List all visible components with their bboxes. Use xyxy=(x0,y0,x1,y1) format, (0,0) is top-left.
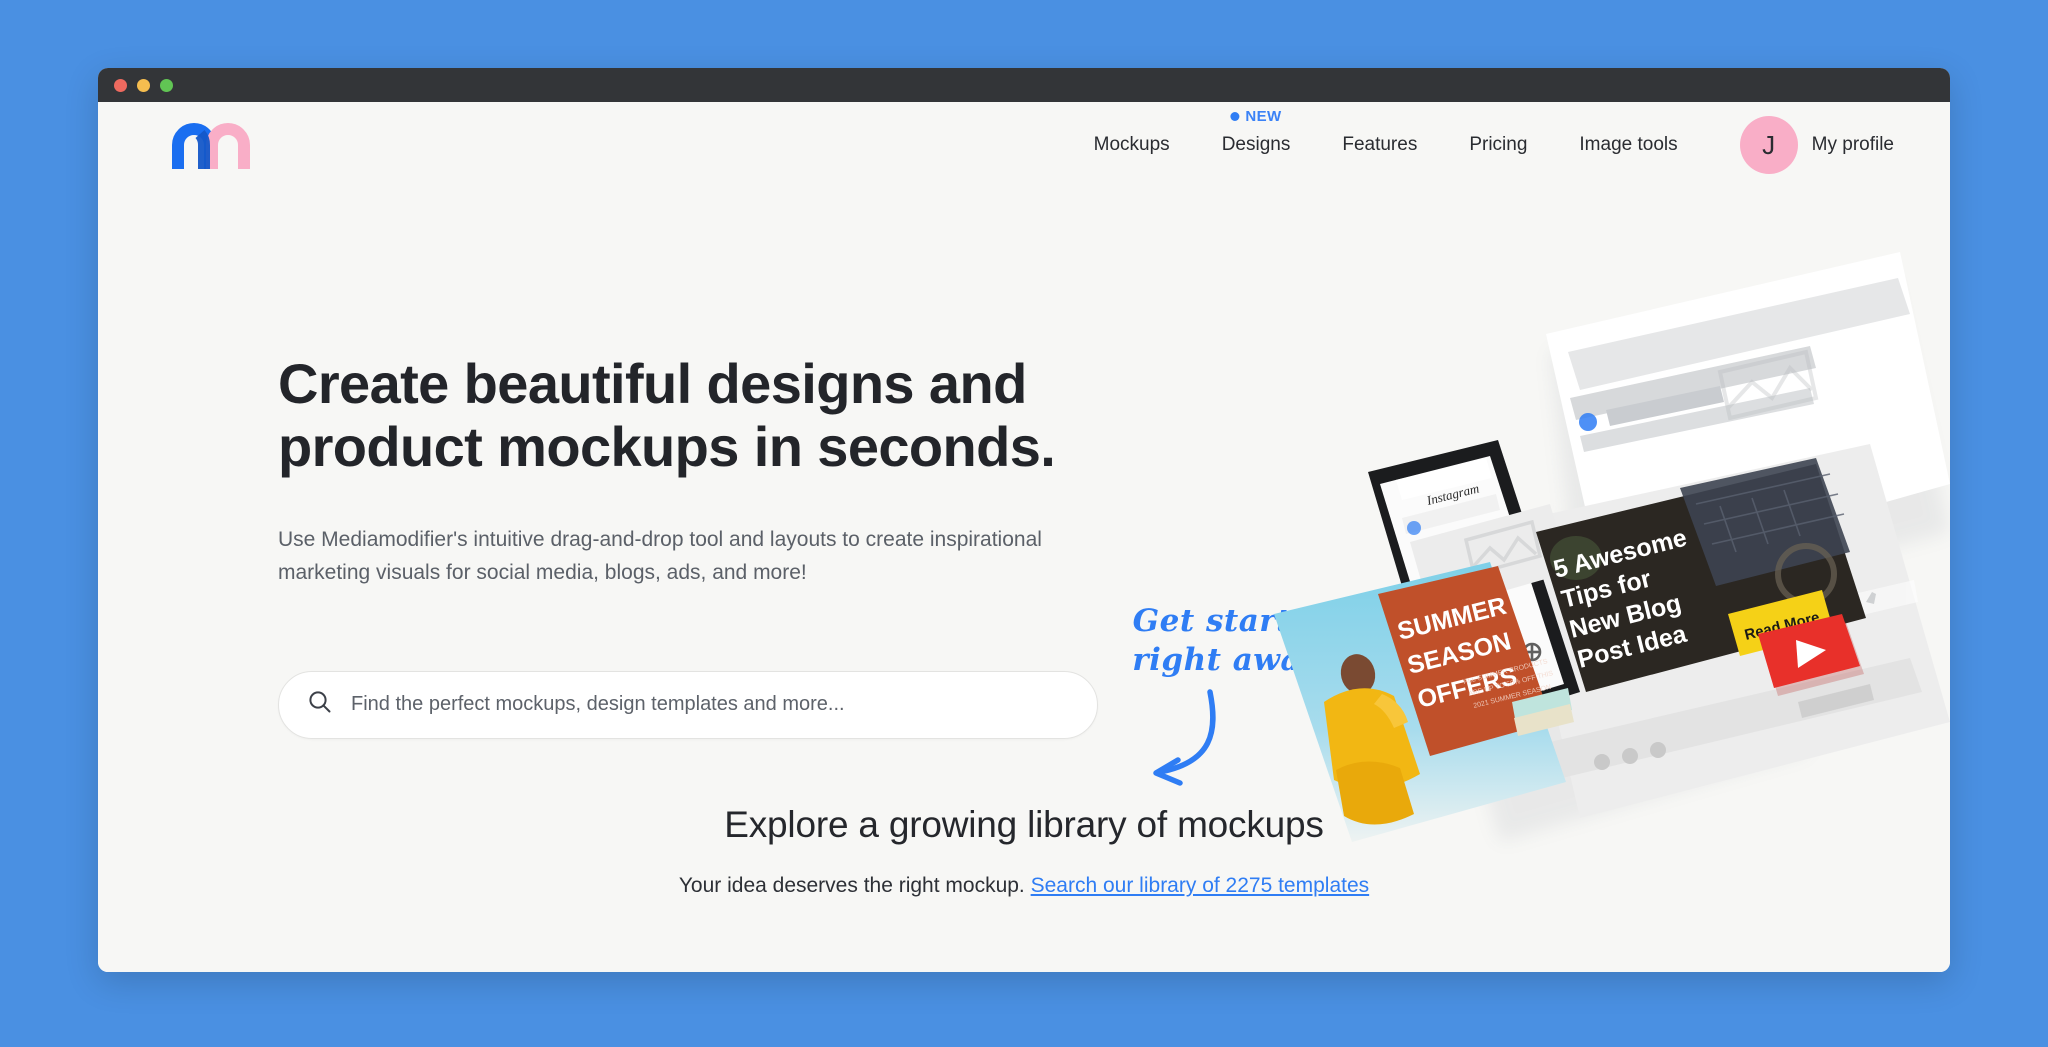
mediamodifier-logo[interactable] xyxy=(172,119,256,171)
new-badge: NEW xyxy=(1230,108,1281,125)
browser-window: Mockups NEW Designs Features Pricing Ima… xyxy=(98,68,1950,972)
explore-subtitle-text: Your idea deserves the right mockup. xyxy=(678,874,1025,897)
avatar: J xyxy=(1739,116,1798,174)
nav-label: Designs xyxy=(1221,134,1291,155)
search-bar[interactable] xyxy=(278,670,1098,739)
nav-label: Image tools xyxy=(1579,134,1678,155)
maximize-window-button[interactable] xyxy=(160,78,173,92)
nav-label: Features xyxy=(1342,134,1418,155)
search-library-link[interactable]: Search our library of 2275 templates xyxy=(1031,874,1370,897)
hero-subtitle: Use Mediamodifier's intuitive drag-and-d… xyxy=(278,527,1042,584)
minimize-window-button[interactable] xyxy=(137,78,150,92)
profile-menu[interactable]: J My profile xyxy=(1739,116,1894,174)
new-dot-icon xyxy=(1230,112,1240,121)
nav-label: Pricing xyxy=(1469,134,1528,155)
page-title: Create beautiful designs and product moc… xyxy=(278,352,1098,479)
hero-text-block: Create beautiful designs and product moc… xyxy=(278,352,1098,739)
window-titlebar xyxy=(98,68,1950,102)
explore-subtitle: Your idea deserves the right mockup. Sea… xyxy=(98,874,1950,898)
new-badge-label: NEW xyxy=(1245,108,1282,125)
nav-item-features[interactable]: Features xyxy=(1316,134,1443,156)
nav-item-image-tools[interactable]: Image tools xyxy=(1553,134,1703,156)
explore-title: Explore a growing library of mockups xyxy=(724,804,1324,845)
headline-line-1: Create beautiful designs and xyxy=(278,352,1027,415)
profile-label: My profile xyxy=(1811,134,1894,155)
nav-label: Mockups xyxy=(1093,134,1170,155)
search-icon xyxy=(307,689,333,720)
search-input[interactable] xyxy=(351,693,1069,717)
hero-mockup-collage: Instagram SUMMER SEASON OFFERS ALL SUMME… xyxy=(1250,222,1950,862)
site-header: Mockups NEW Designs Features Pricing Ima… xyxy=(98,102,1950,188)
explore-section: Explore a growing library of mockups You… xyxy=(98,804,1950,898)
nav-item-pricing[interactable]: Pricing xyxy=(1443,134,1553,156)
main-navigation: Mockups NEW Designs Features Pricing Ima… xyxy=(1068,108,1894,174)
close-window-button[interactable] xyxy=(114,78,127,92)
nav-item-designs[interactable]: NEW Designs xyxy=(1196,108,1317,156)
page-content: Mockups NEW Designs Features Pricing Ima… xyxy=(98,102,1950,972)
headline-line-2: product mockups in seconds. xyxy=(278,415,1056,479)
nav-item-mockups[interactable]: Mockups xyxy=(1068,134,1196,156)
